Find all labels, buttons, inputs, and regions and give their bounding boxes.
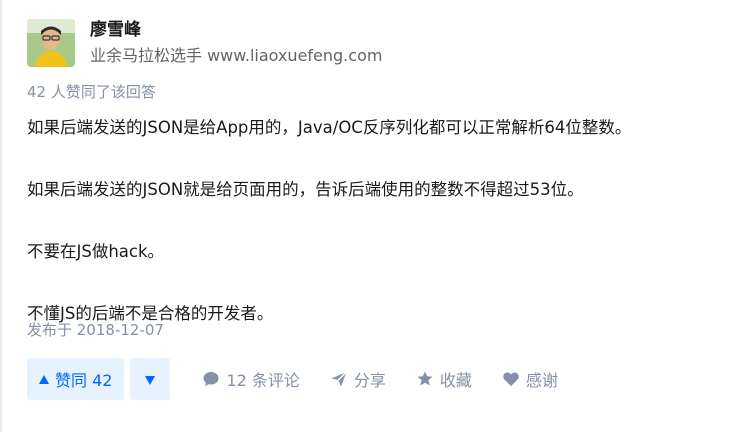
heart-icon xyxy=(502,370,520,388)
answer-paragraph: 不要在JS做hack。 xyxy=(27,242,165,261)
avatar-image xyxy=(27,19,75,67)
answer-paragraph: 如果后端发送的JSON就是给页面用的，告诉后端使用的整数不得超过53位。 xyxy=(27,180,584,199)
share-icon xyxy=(330,370,348,388)
triangle-down-icon xyxy=(145,370,156,389)
comments-button[interactable]: 12 条评论 xyxy=(202,367,300,391)
share-button[interactable]: 分享 xyxy=(330,367,386,391)
star-icon xyxy=(416,370,434,388)
vote-down-button[interactable] xyxy=(130,358,171,400)
thanks-label: 感谢 xyxy=(525,371,558,390)
avatar[interactable] xyxy=(27,19,75,67)
author-info: 廖雪峰 业余马拉松选手 www.liaoxuefeng.com xyxy=(27,17,382,69)
triangle-up-icon xyxy=(39,374,49,384)
vote-up-label: 赞同 42 xyxy=(55,371,113,390)
answer-paragraph: 如果后端发送的JSON是给App用的，Java/OC反序列化都可以正常解析64位… xyxy=(27,118,632,137)
collect-label: 收藏 xyxy=(439,371,472,390)
author-name[interactable]: 廖雪峰 xyxy=(90,19,382,41)
comments-label: 12 条评论 xyxy=(226,371,300,390)
author-headline: 业余马拉松选手 www.liaoxuefeng.com xyxy=(90,46,383,65)
thanks-button[interactable]: 感谢 xyxy=(502,367,558,391)
comment-icon xyxy=(202,370,220,388)
action-bar: 赞同 42 12 条评论 分享 收藏 感谢 xyxy=(27,358,558,400)
left-divider xyxy=(0,0,2,432)
vote-count-summary: 42 人赞同了该回答 xyxy=(27,83,156,101)
vote-up-button[interactable]: 赞同 42 xyxy=(27,358,125,400)
publish-time[interactable]: 发布于 2018-12-07 xyxy=(27,320,164,340)
share-label: 分享 xyxy=(353,371,386,390)
collect-button[interactable]: 收藏 xyxy=(416,367,472,391)
